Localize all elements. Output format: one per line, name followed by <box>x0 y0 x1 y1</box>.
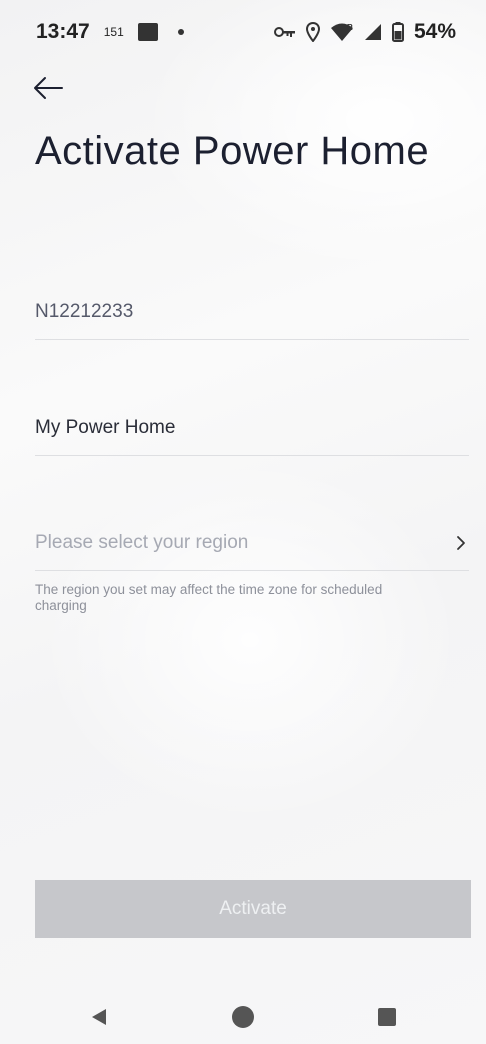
chevron-right-icon <box>453 533 469 553</box>
battery-percent: 54% <box>413 20 456 43</box>
arrow-left-icon <box>34 77 63 99</box>
serial-number-field[interactable] <box>35 284 469 340</box>
nav-home-icon <box>232 1006 254 1028</box>
vpn-key-icon <box>273 27 295 37</box>
nav-recents-button[interactable] <box>315 990 459 1044</box>
signal-icon <box>364 24 381 40</box>
back-button[interactable] <box>32 70 76 106</box>
page-title: Activate Power Home <box>35 129 430 173</box>
region-placeholder: Please select your region <box>35 531 249 553</box>
status-left: 13:47 151 <box>36 20 184 44</box>
location-icon <box>305 22 320 42</box>
device-name-field[interactable] <box>35 400 469 456</box>
region-selector[interactable]: Please select your region <box>35 515 469 571</box>
nav-recents-icon <box>378 1008 396 1026</box>
device-name-input[interactable] <box>35 416 469 439</box>
nav-back-icon <box>92 1009 106 1025</box>
nav-home-button[interactable] <box>171 990 315 1044</box>
system-nav-bar <box>0 990 486 1044</box>
more-notifications-icon <box>177 29 184 35</box>
status-bar: 13:47 151 R 54% <box>0 0 486 64</box>
activate-button[interactable]: Activate <box>35 880 471 938</box>
svg-text:R: R <box>347 23 353 32</box>
notification-icon <box>137 23 158 41</box>
nav-back-button[interactable] <box>27 990 171 1044</box>
wifi-icon: R <box>330 23 353 41</box>
region-hint: The region you set may affect the time z… <box>35 582 383 613</box>
battery-icon <box>391 22 404 42</box>
notification-count: 151 <box>103 25 124 39</box>
status-time: 13:47 <box>36 20 90 43</box>
status-right: R 54% <box>273 20 456 44</box>
serial-number-input[interactable] <box>35 300 469 323</box>
